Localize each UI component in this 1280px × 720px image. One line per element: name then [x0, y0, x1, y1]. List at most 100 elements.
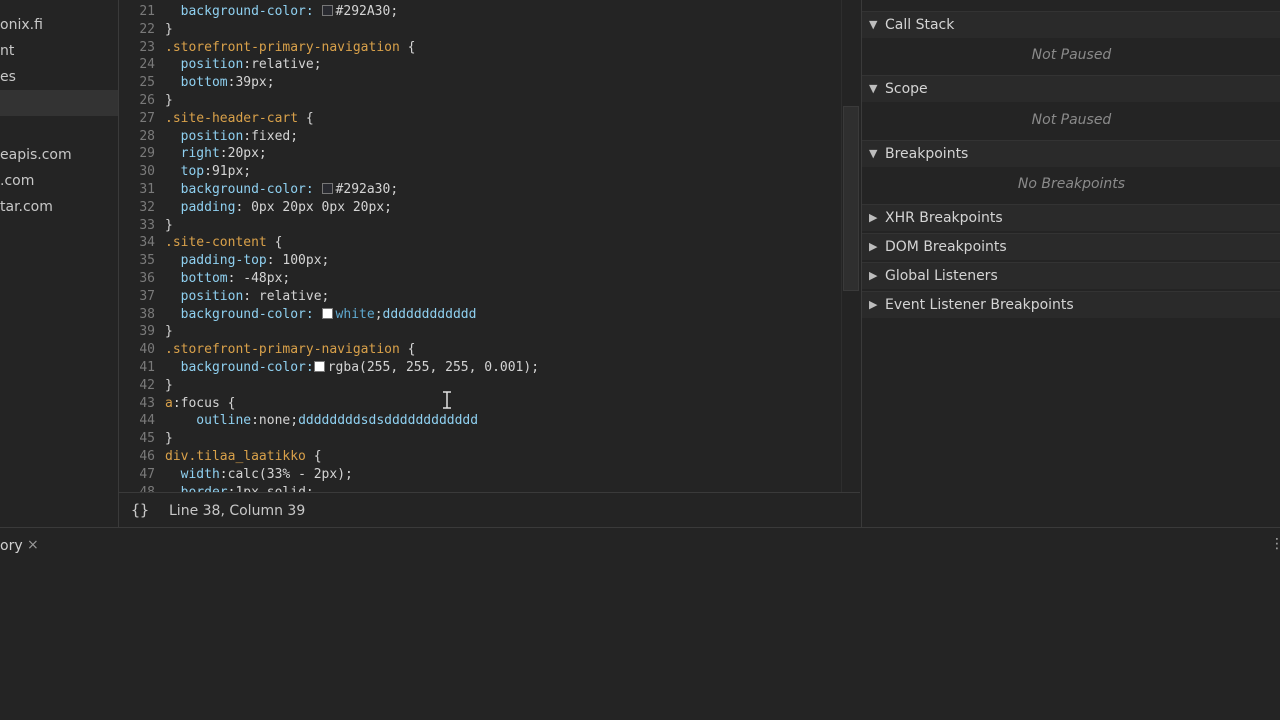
code-line[interactable]: 27 .site-header-cart { — [119, 110, 839, 128]
code-line[interactable]: 33} — [119, 217, 839, 235]
color-swatch-icon[interactable] — [321, 183, 333, 194]
code-line[interactable]: 45} — [119, 430, 839, 448]
debugger-section-xhr-breakpoints[interactable]: ▶ XHR Breakpoints — [862, 204, 1280, 231]
line-number[interactable]: 23 — [119, 39, 165, 57]
code-line[interactable]: 24 position:relative; — [119, 56, 839, 74]
section-empty-message: Not Paused — [1031, 112, 1112, 128]
code-line[interactable]: 30 top:91px; — [119, 163, 839, 181]
code-editor[interactable]: 21 background-color: #292A30; 22} 23 .store… — [119, 0, 860, 492]
code-token: outline — [165, 413, 252, 429]
close-icon[interactable]: × — [27, 537, 39, 553]
section-label: Event Listener Breakpoints — [885, 297, 1074, 313]
code-line[interactable]: 34 .site-content { — [119, 234, 839, 252]
line-number[interactable]: 40 — [119, 341, 165, 359]
code-line[interactable]: 28 position:fixed; — [119, 128, 839, 146]
tree-item[interactable]: eapis.com — [0, 142, 118, 168]
more-menu-icon[interactable]: ⋮ — [1270, 536, 1280, 552]
code-token: :none; — [251, 413, 299, 429]
color-swatch-icon[interactable] — [321, 5, 333, 16]
code-token: background-color: — [165, 360, 314, 375]
debugger-section-scope[interactable]: ▼ Scope — [862, 75, 1280, 102]
debugger-section-call-stack[interactable]: ▼ Call Stack — [862, 11, 1280, 38]
triangle-right-icon[interactable]: ▶ — [869, 292, 877, 318]
triangle-down-icon[interactable]: ▼ — [869, 141, 877, 167]
line-number[interactable]: 27 — [119, 110, 165, 128]
tree-item[interactable]: es — [0, 64, 118, 90]
line-number[interactable]: 48 — [119, 484, 165, 492]
line-number[interactable]: 35 — [119, 252, 165, 270]
code-token: top — [165, 164, 205, 180]
code-line[interactable]: 42} — [119, 377, 839, 395]
code-line[interactable]: 32 padding: 0px 20px 0px 20px; — [119, 199, 839, 217]
code-line[interactable]: 38 background-color: white;dddddddddddd — [119, 306, 839, 324]
triangle-right-icon[interactable]: ▶ — [869, 205, 877, 231]
debugger-section-dom-breakpoints[interactable]: ▶ DOM Breakpoints — [862, 233, 1280, 260]
triangle-down-icon[interactable]: ▼ — [869, 76, 877, 102]
line-number[interactable]: 31 — [119, 181, 165, 199]
drawer-tab-bar: ory × ⋮ — [0, 527, 1280, 565]
code-token: :1px solid; — [228, 485, 314, 492]
debugger-section-breakpoints[interactable]: ▼ Breakpoints — [862, 140, 1280, 167]
code-token: div.tilaa_laatikko — [165, 449, 306, 464]
line-number[interactable]: 41 — [119, 359, 165, 377]
color-swatch-icon[interactable] — [313, 361, 325, 372]
line-number[interactable]: 37 — [119, 288, 165, 306]
code-line[interactable]: 37 position: relative; — [119, 288, 839, 306]
code-line[interactable]: 35 padding-top: 100px; — [119, 252, 839, 270]
code-line[interactable]: 41 background-color: rgba(255, 255, 255, … — [119, 359, 839, 377]
line-number[interactable]: 44 — [119, 412, 165, 430]
code-line[interactable]: 23 .storefront-primary-navigation { — [119, 39, 839, 57]
line-number[interactable]: 34 — [119, 234, 165, 252]
code-line[interactable]: 40 .storefront-primary-navigation { — [119, 341, 839, 359]
code-line[interactable]: 25 bottom:39px; — [119, 74, 839, 92]
line-number[interactable]: 22 — [119, 21, 165, 39]
line-number[interactable]: 29 — [119, 145, 165, 163]
tab-history[interactable]: ory — [0, 538, 23, 554]
line-number[interactable]: 30 — [119, 163, 165, 181]
code-line[interactable]: 47 width:calc(33% - 2px); — [119, 466, 839, 484]
line-number[interactable]: 26 — [119, 92, 165, 110]
tree-item[interactable]: tar.com — [0, 194, 118, 220]
code-line[interactable]: 22} — [119, 21, 839, 39]
code-line[interactable]: 31 background-color: #292a30; — [119, 181, 839, 199]
line-number[interactable]: 32 — [119, 199, 165, 217]
code-line[interactable]: 39} — [119, 323, 839, 341]
code-line[interactable]: 36 bottom: -48px; — [119, 270, 839, 288]
code-token: } — [165, 324, 173, 340]
code-line[interactable]: 48 border:1px solid; — [119, 484, 839, 492]
tree-item[interactable]: .com — [0, 168, 118, 194]
line-number[interactable]: 38 — [119, 306, 165, 324]
tree-item[interactable] — [0, 90, 118, 116]
tree-item[interactable]: nt — [0, 38, 118, 64]
triangle-right-icon[interactable]: ▶ — [869, 263, 877, 289]
code-line[interactable]: 43 a:focus { — [119, 395, 839, 413]
code-line[interactable]: 44 outline:none;ddddddddsdsdddddddddddd — [119, 412, 839, 430]
debugger-section-global-listeners[interactable]: ▶ Global Listeners — [862, 262, 1280, 289]
code-line[interactable]: 46 div.tilaa_laatikko { — [119, 448, 839, 466]
line-number[interactable]: 28 — [119, 128, 165, 146]
line-number[interactable]: 21 — [119, 3, 165, 21]
triangle-down-icon[interactable]: ▼ — [869, 12, 877, 38]
code-line[interactable]: 21 background-color: #292A30; — [119, 3, 839, 21]
line-number[interactable]: 43 — [119, 395, 165, 413]
line-number[interactable]: 45 — [119, 430, 165, 448]
tree-item-label: tar.com — [0, 199, 53, 215]
line-number[interactable]: 36 — [119, 270, 165, 288]
editor-scrollbar-thumb[interactable] — [843, 106, 859, 291]
triangle-right-icon[interactable]: ▶ — [869, 234, 877, 260]
debugger-sidebar: ▼ Call Stack Not Paused ▼ Scope Not Paused ▼ Br… — [861, 0, 1280, 527]
line-number[interactable]: 24 — [119, 56, 165, 74]
pretty-print-button[interactable]: {} — [131, 501, 149, 519]
debugger-section-event-listener-breakpoints[interactable]: ▶ Event Listener Breakpoints — [862, 291, 1280, 318]
code-line[interactable]: 26} — [119, 92, 839, 110]
color-swatch-icon[interactable] — [321, 307, 333, 319]
code-token: #292a30; — [335, 182, 399, 197]
line-number[interactable]: 42 — [119, 377, 165, 395]
line-number[interactable]: 47 — [119, 466, 165, 484]
line-number[interactable]: 46 — [119, 448, 165, 466]
line-number[interactable]: 33 — [119, 217, 165, 235]
tree-item[interactable]: onix.fi — [0, 12, 118, 38]
code-line[interactable]: 29 right:20px; — [119, 145, 839, 163]
line-number[interactable]: 39 — [119, 323, 165, 341]
line-number[interactable]: 25 — [119, 74, 165, 92]
